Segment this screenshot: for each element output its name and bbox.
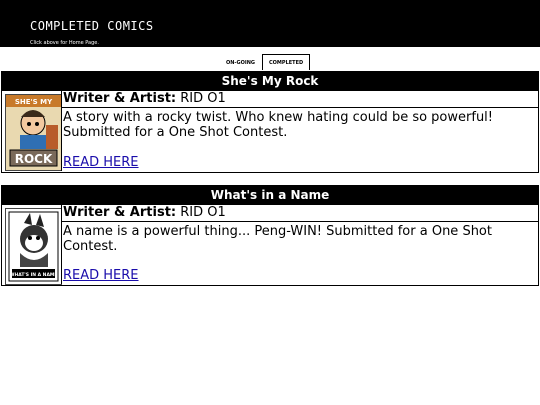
comic-title: She's My Rock [2,72,538,90]
tab-bar: On-Going Completed [219,54,311,70]
comic-description: A story with a rocky twist. Who knew hat… [63,110,494,140]
read-here-link[interactable]: READ HERE [63,155,139,170]
cover-title-bottom: ROCK [15,152,53,166]
tab-on-going[interactable]: On-Going [219,54,262,70]
writer-name: RID O1 [180,205,226,220]
writer-line: Writer & Artist: RID O1 [62,205,538,222]
comic-details: Writer & Artist: RID O1 A name is a powe… [61,205,538,284]
comic-body: WHAT'S IN A NAME Writer & Artist: RID O1… [2,204,538,285]
comic-card: What's in a Name WHAT'S IN A NAME Writer… [1,185,539,286]
cover-title-top: SHE'S MY [15,98,53,106]
comic-cover-thumbnail[interactable]: WHAT'S IN A NAME [5,208,62,285]
cover-art: WHAT'S IN A NAME [6,209,61,284]
page-title[interactable]: Completed Comics [30,19,154,33]
comic-card: She's My Rock SHE'S MY ROCK Writer & Art… [1,71,539,173]
writer-label: Writer & Artist: [63,205,177,220]
writer-name: RID O1 [180,91,226,106]
tab-completed[interactable]: Completed [262,54,311,70]
comic-title: What's in a Name [2,186,538,204]
comic-description: A name is a powerful thing... Peng-WIN! … [63,224,492,254]
writer-line: Writer & Artist: RID O1 [62,91,538,108]
comic-cover-thumbnail[interactable]: SHE'S MY ROCK [5,94,62,171]
comic-details: Writer & Artist: RID O1 A story with a r… [61,91,538,171]
site-header[interactable]: Completed Comics Click above for Home Pa… [0,0,540,47]
writer-label: Writer & Artist: [63,91,177,106]
home-hint: Click above for Home Page. [30,40,99,46]
read-here-link[interactable]: READ HERE [63,268,139,283]
cover-art: SHE'S MY ROCK [6,95,61,170]
comic-body: SHE'S MY ROCK Writer & Artist: RID O1 A … [2,90,538,171]
cover-caption: WHAT'S IN A NAME [10,272,58,278]
